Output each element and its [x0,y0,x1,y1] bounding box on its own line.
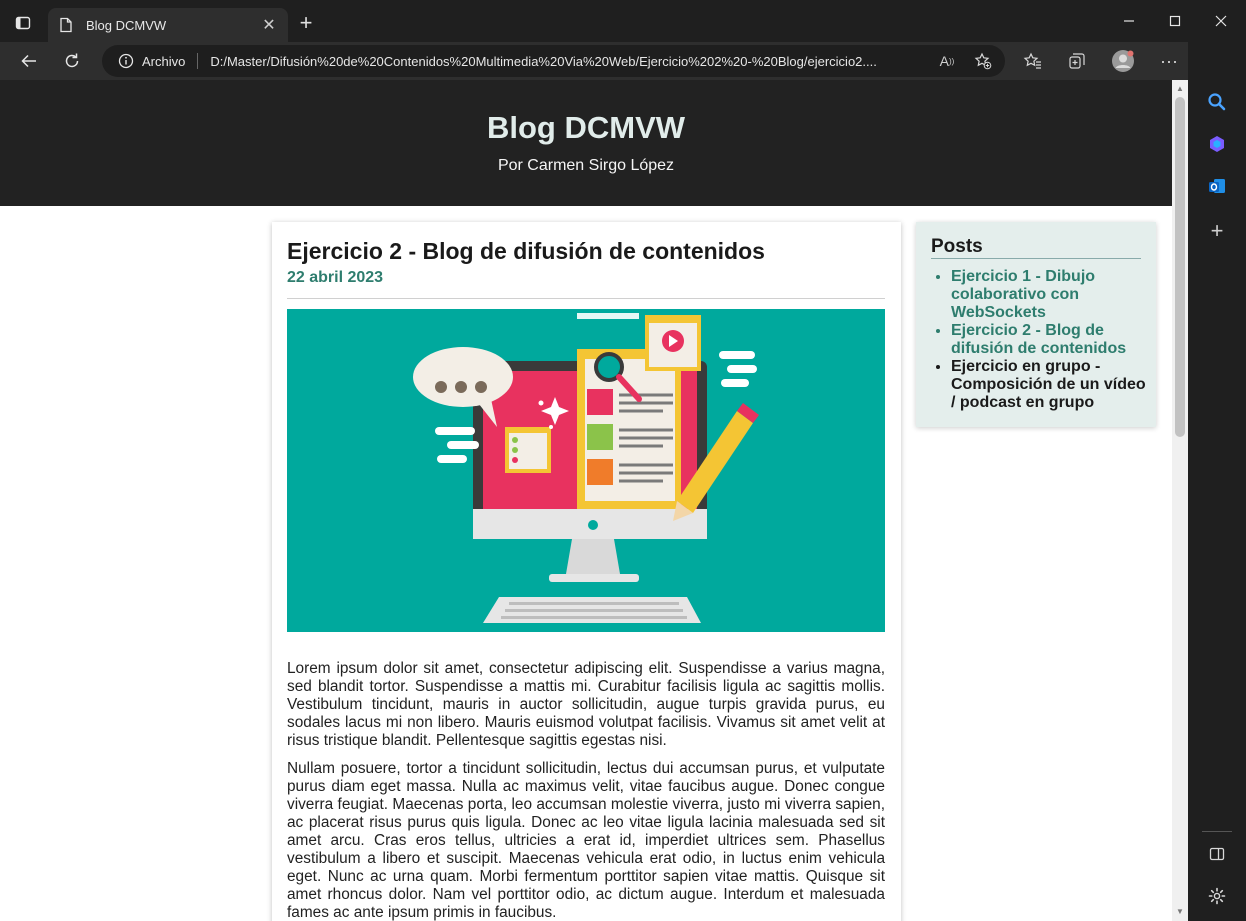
post-paragraph: Lorem ipsum dolor sit amet, consectetur … [287,660,885,749]
blog-title: Blog DCMVW [486,110,686,145]
blog-author: Por Carmen Sirgo López [497,157,675,174]
post-date: 22 abril 2023 [287,269,384,286]
more-icon[interactable]: ··· [1157,49,1181,73]
read-aloud-icon[interactable]: A)) [937,51,957,71]
post-link-ejercicio-1[interactable]: Ejercicio 1 - Dibujo colaborativo con We… [951,268,1151,322]
address-bar[interactable]: Archivo D:/Master/Difusión%20de%20Conten… [102,45,1005,77]
refresh-icon[interactable] [58,47,86,75]
sidebar-title: Posts [931,236,983,257]
outlook-icon[interactable] [1204,173,1230,199]
profile-icon[interactable] [1111,49,1135,73]
collections-icon[interactable] [1065,49,1089,73]
title-bar: Blog DCMVW ✕ + [0,0,1246,42]
copilot-icon[interactable] [1204,131,1230,157]
posts-list: Ejercicio 1 - Dibujo colaborativo con We… [951,268,1151,412]
post-item-ejercicio-grupo: Ejercicio en grupo - Composición de un v… [951,358,1151,412]
address-divider [197,53,199,69]
new-tab-button[interactable]: + [294,12,318,36]
back-icon[interactable] [15,47,43,75]
post-link-ejercicio-2[interactable]: Ejercicio 2 - Blog de difusión de conten… [951,322,1151,358]
post-card: Ejercicio 2 - Blog de difusión de conten… [272,222,901,921]
post-illustration [287,309,885,632]
scroll-down-icon[interactable]: ▼ [1172,905,1188,919]
minimize-icon[interactable] [1106,0,1152,42]
split-screen-icon[interactable] [1204,841,1230,867]
browser-tab[interactable]: Blog DCMVW ✕ [48,8,288,42]
blog-header: Blog DCMVW Por Carmen Sirgo López [0,80,1172,206]
page-scrollbar[interactable]: ▲ ▼ [1172,80,1188,921]
sidebar-divider-line [1202,831,1232,832]
add-favorite-icon[interactable] [973,51,993,71]
edge-sidebar: + [1188,42,1246,921]
post-divider [287,298,885,299]
scroll-up-icon[interactable]: ▲ [1172,82,1188,96]
close-icon[interactable]: ✕ [260,15,278,35]
post-title: Ejercicio 2 - Blog de difusión de conten… [287,238,765,264]
page-icon [58,17,74,33]
maximize-icon[interactable] [1152,0,1198,42]
add-icon[interactable]: + [1204,218,1230,244]
browser-toolbar: Archivo D:/Master/Difusión%20de%20Conten… [0,42,1246,80]
window-close-icon[interactable] [1198,0,1244,42]
url-text[interactable]: D:/Master/Difusión%20de%20Contenidos%20M… [210,54,922,69]
info-icon[interactable] [118,53,134,69]
posts-sidebar: Posts Ejercicio 1 - Dibujo colaborativo … [916,222,1156,427]
scrollbar-thumb[interactable] [1175,97,1185,437]
settings-icon[interactable] [1204,883,1230,909]
search-icon[interactable] [1204,89,1230,115]
post-paragraph: Nullam posuere, tortor a tincidunt solli… [287,760,885,921]
address-prefix: Archivo [142,53,186,69]
favorites-icon[interactable] [1021,49,1045,73]
tab-title: Blog DCMVW [86,17,167,33]
tab-actions-icon[interactable] [10,10,36,36]
page-viewport: Blog DCMVW Por Carmen Sirgo López Ejerci… [0,80,1172,921]
sidebar-divider [931,258,1141,259]
